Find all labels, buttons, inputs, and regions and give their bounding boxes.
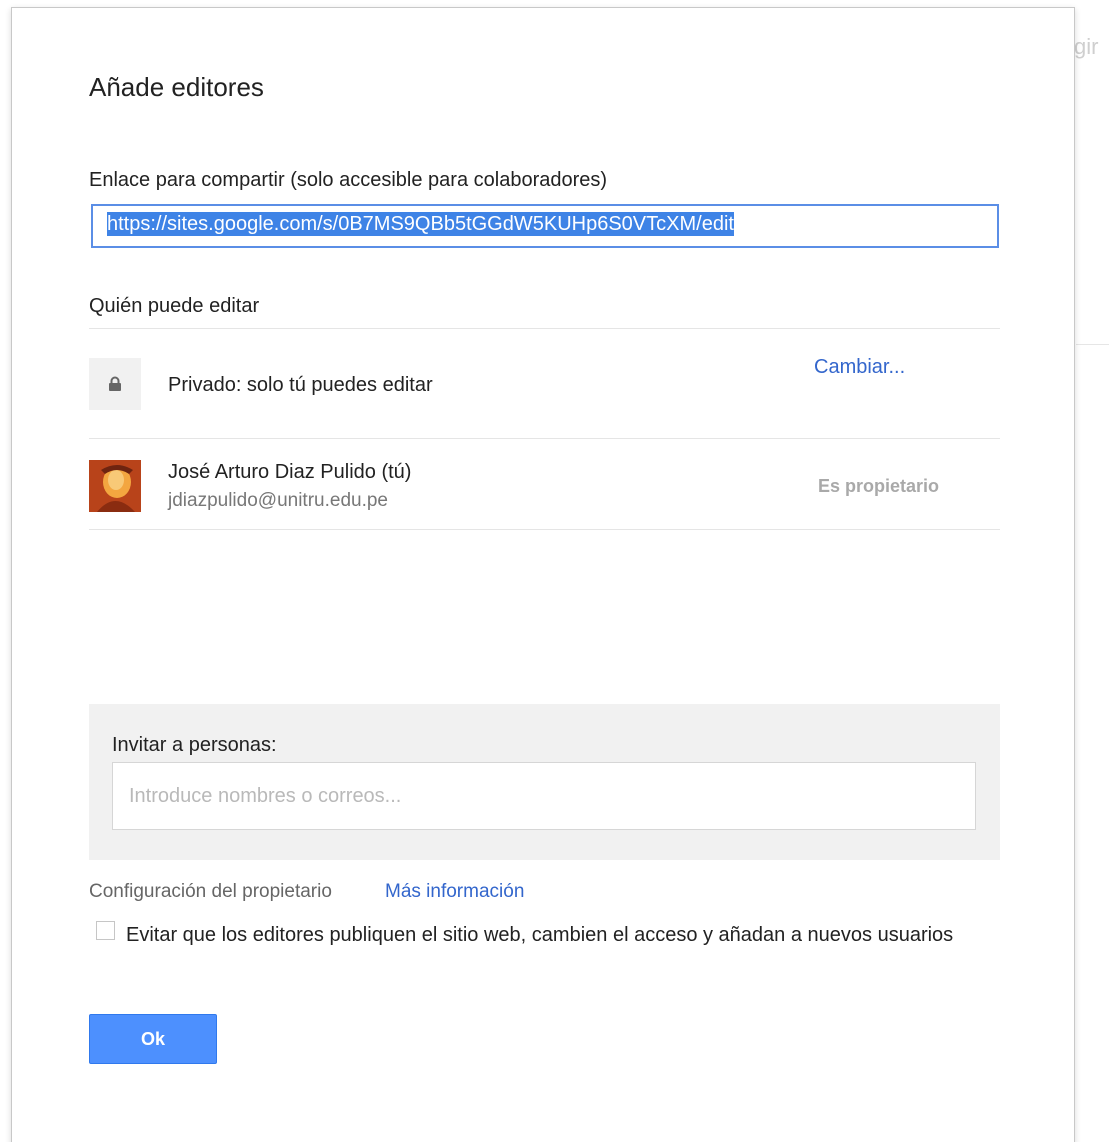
share-link-label: Enlace para compartir (solo accesible pa… bbox=[89, 169, 608, 191]
privacy-status: Privado: solo tú puedes editar bbox=[168, 374, 433, 396]
user-name: José Arturo Diaz Pulido (tú) bbox=[168, 461, 412, 483]
who-can-edit-label: Quién puede editar bbox=[89, 295, 260, 317]
add-editors-dialog: Añade editores Enlace para compartir (so… bbox=[11, 7, 1075, 1142]
background-divider bbox=[1076, 344, 1109, 345]
owner-settings-label: Configuración del propietario bbox=[89, 881, 332, 902]
dialog-title: Añade editores bbox=[89, 72, 264, 102]
ok-button[interactable]: Ok bbox=[89, 1014, 217, 1064]
avatar bbox=[89, 460, 141, 512]
invite-label: Invitar a personas: bbox=[112, 734, 277, 756]
background-partial-text: gir bbox=[1074, 34, 1099, 59]
change-access-link[interactable]: Cambiar... bbox=[814, 356, 905, 379]
divider bbox=[89, 438, 1000, 439]
page: gir Añade editores Enlace para compartir… bbox=[0, 0, 1109, 1142]
avatar-image bbox=[89, 460, 141, 512]
share-link-value: https://sites.google.com/s/0B7MS9QBb5tGG… bbox=[107, 212, 734, 236]
privacy-icon-box bbox=[89, 358, 141, 410]
more-info-link[interactable]: Más información bbox=[385, 881, 524, 903]
restrict-editors-label: Evitar que los editores publiquen el sit… bbox=[126, 924, 954, 946]
user-email: jdiazpulido@unitru.edu.pe bbox=[168, 490, 388, 511]
restrict-editors-checkbox[interactable] bbox=[96, 921, 115, 940]
divider bbox=[89, 529, 1000, 530]
owner-role-label: Es propietario bbox=[818, 476, 940, 496]
share-link-field[interactable]: https://sites.google.com/s/0B7MS9QBb5tGG… bbox=[91, 204, 999, 248]
lock-icon bbox=[109, 376, 121, 391]
invite-input[interactable] bbox=[112, 762, 976, 830]
divider bbox=[89, 328, 1000, 329]
